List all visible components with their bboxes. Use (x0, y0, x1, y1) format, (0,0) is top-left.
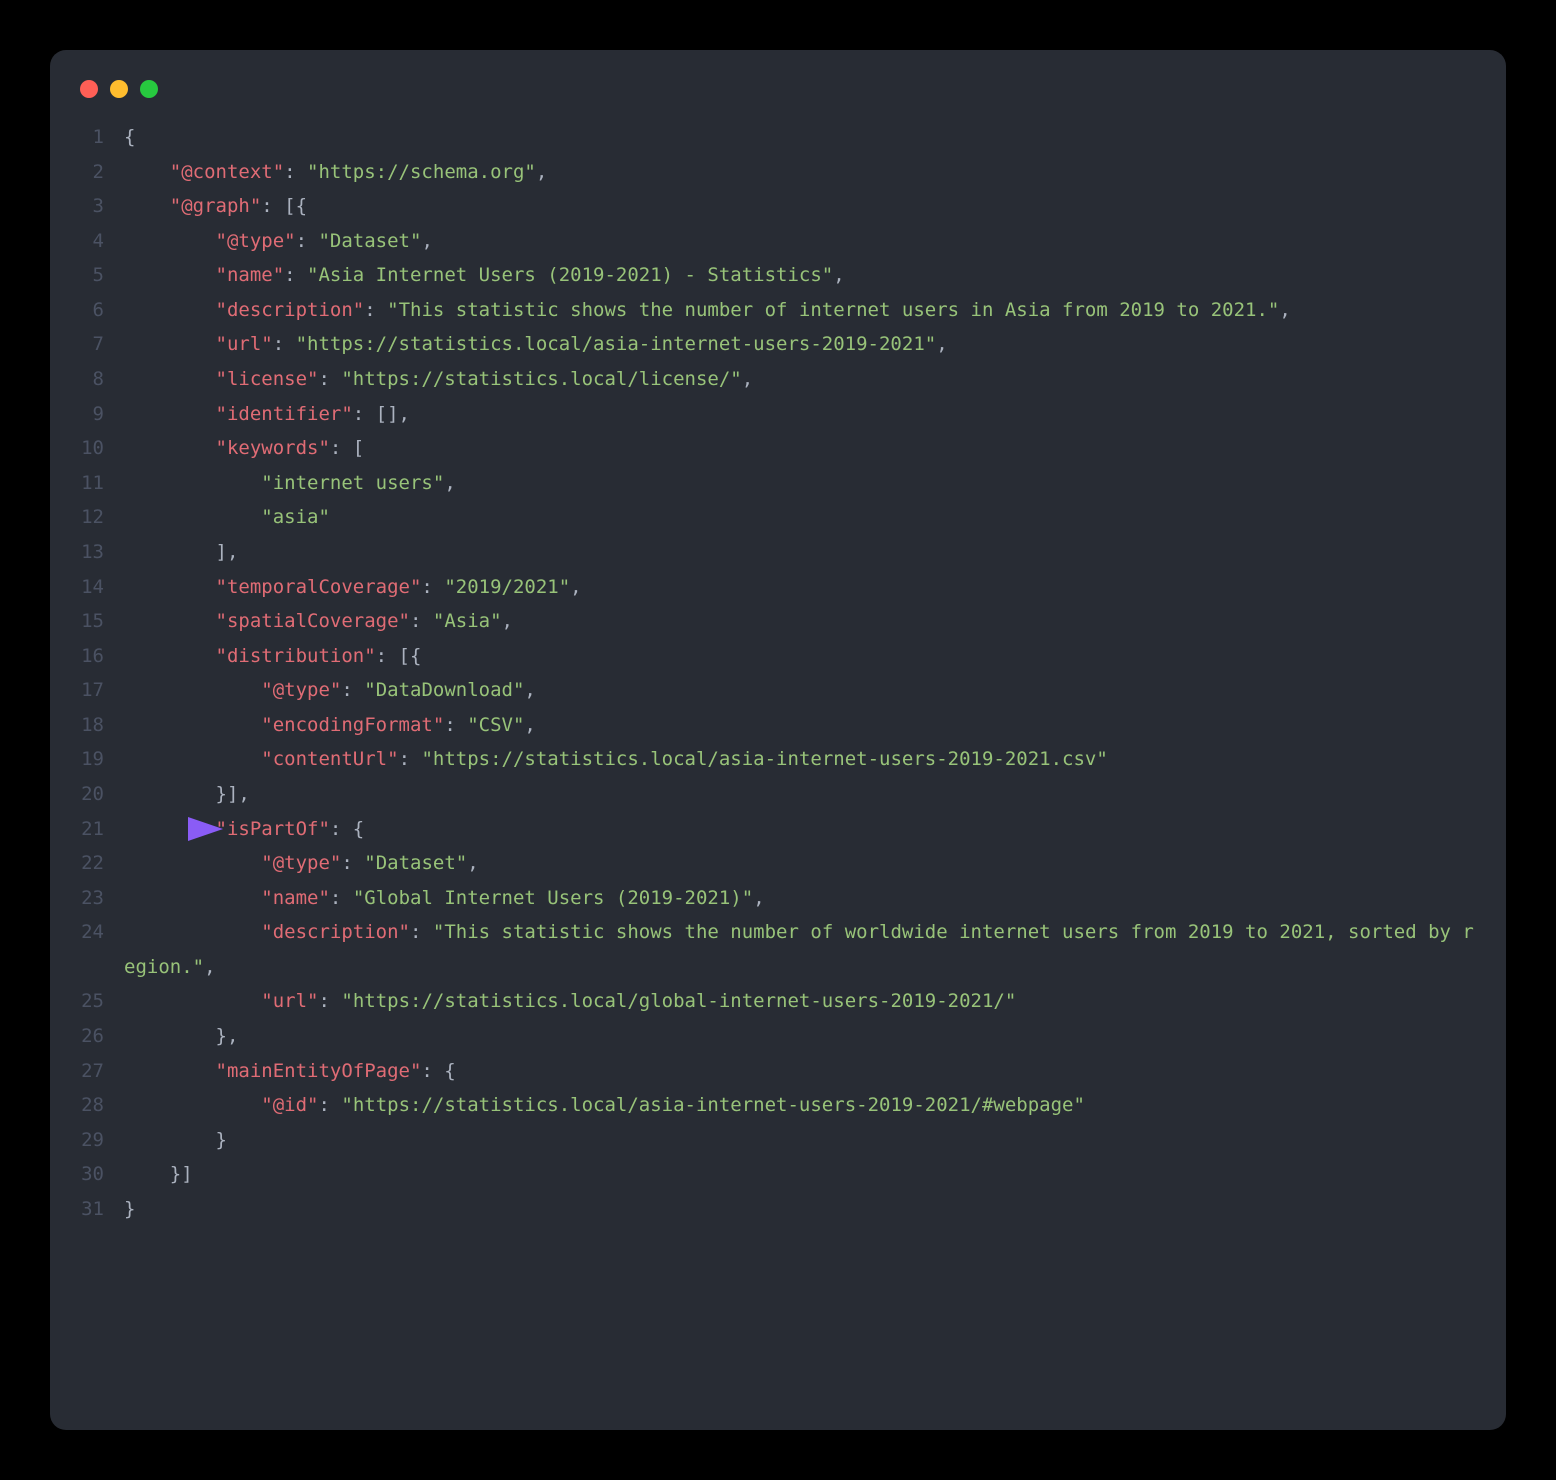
line-number: 6 (80, 293, 124, 328)
code-line: 19 "contentUrl": "https://statistics.loc… (80, 742, 1476, 777)
line-number: 1 (80, 120, 124, 155)
line-number: 13 (80, 535, 124, 570)
code-line: 23 "name": "Global Internet Users (2019-… (80, 881, 1476, 916)
line-number: 2 (80, 155, 124, 190)
code-line: 17 "@type": "DataDownload", (80, 673, 1476, 708)
line-number: 15 (80, 604, 124, 639)
line-content: "@graph": [{ (124, 189, 1476, 224)
line-content: "@id": "https://statistics.local/asia-in… (124, 1088, 1476, 1123)
line-number: 4 (80, 224, 124, 259)
line-number: 28 (80, 1088, 124, 1123)
code-line: 24 "description": "This statistic shows … (80, 915, 1476, 984)
code-line: 8 "license": "https://statistics.local/l… (80, 362, 1476, 397)
close-icon[interactable] (80, 80, 98, 98)
line-number: 11 (80, 466, 124, 501)
line-content: "url": "https://statistics.local/asia-in… (124, 327, 1476, 362)
line-content: "description": "This statistic shows the… (124, 915, 1476, 984)
line-content: }], (124, 777, 1476, 812)
code-line: 15 "spatialCoverage": "Asia", (80, 604, 1476, 639)
line-content: "contentUrl": "https://statistics.local/… (124, 742, 1476, 777)
code-line: 14 "temporalCoverage": "2019/2021", (80, 570, 1476, 605)
line-content: "temporalCoverage": "2019/2021", (124, 570, 1476, 605)
code-line: 22 "@type": "Dataset", (80, 846, 1476, 881)
code-line: 6 "description": "This statistic shows t… (80, 293, 1476, 328)
code-line: 4 "@type": "Dataset", (80, 224, 1476, 259)
line-number: 23 (80, 881, 124, 916)
code-line: 10 "keywords": [ (80, 431, 1476, 466)
code-line: 7 "url": "https://statistics.local/asia-… (80, 327, 1476, 362)
line-content: "url": "https://statistics.local/global-… (124, 984, 1476, 1019)
line-number: 26 (80, 1019, 124, 1054)
line-number: 16 (80, 639, 124, 674)
line-number: 18 (80, 708, 124, 743)
code-line: 29 } (80, 1123, 1476, 1158)
line-content: }, (124, 1019, 1476, 1054)
line-number: 27 (80, 1054, 124, 1089)
line-content: "name": "Global Internet Users (2019-202… (124, 881, 1476, 916)
line-content: }] (124, 1157, 1476, 1192)
line-number: 29 (80, 1123, 124, 1158)
line-content: "distribution": [{ (124, 639, 1476, 674)
line-number: 12 (80, 500, 124, 535)
line-number: 5 (80, 258, 124, 293)
line-content: "description": "This statistic shows the… (124, 293, 1476, 328)
line-number: 8 (80, 362, 124, 397)
line-content: "@type": "DataDownload", (124, 673, 1476, 708)
line-content: "mainEntityOfPage": { (124, 1054, 1476, 1089)
line-content: "internet users", (124, 466, 1476, 501)
line-content: "name": "Asia Internet Users (2019-2021)… (124, 258, 1476, 293)
code-block: 1{2 "@context": "https://schema.org",3 "… (80, 120, 1476, 1227)
line-number: 9 (80, 397, 124, 432)
line-content: "spatialCoverage": "Asia", (124, 604, 1476, 639)
zoom-icon[interactable] (140, 80, 158, 98)
line-content: "identifier": [], (124, 397, 1476, 432)
line-number: 7 (80, 327, 124, 362)
line-number: 22 (80, 846, 124, 881)
code-line: 3 "@graph": [{ (80, 189, 1476, 224)
code-line: 12 "asia" (80, 500, 1476, 535)
code-line: 31} (80, 1192, 1476, 1227)
terminal-window: 1{2 "@context": "https://schema.org",3 "… (50, 50, 1506, 1430)
line-content: "encodingFormat": "CSV", (124, 708, 1476, 743)
code-line: 28 "@id": "https://statistics.local/asia… (80, 1088, 1476, 1123)
line-number: 3 (80, 189, 124, 224)
line-content: } (124, 1123, 1476, 1158)
line-content: "isPartOf": { (124, 812, 1476, 847)
line-content: { (124, 120, 1476, 155)
code-line: 13 ], (80, 535, 1476, 570)
code-line: 26 }, (80, 1019, 1476, 1054)
code-line: 30 }] (80, 1157, 1476, 1192)
line-content: "@type": "Dataset", (124, 224, 1476, 259)
code-line: 16 "distribution": [{ (80, 639, 1476, 674)
line-number: 31 (80, 1192, 124, 1227)
code-line: 21 "isPartOf": { (80, 812, 1476, 847)
line-content: "@type": "Dataset", (124, 846, 1476, 881)
line-number: 19 (80, 742, 124, 777)
line-content: "@context": "https://schema.org", (124, 155, 1476, 190)
code-line: 20 }], (80, 777, 1476, 812)
line-content: "keywords": [ (124, 431, 1476, 466)
minimize-icon[interactable] (110, 80, 128, 98)
line-number: 17 (80, 673, 124, 708)
window-titlebar (80, 80, 1476, 98)
code-line: 2 "@context": "https://schema.org", (80, 155, 1476, 190)
line-content: ], (124, 535, 1476, 570)
line-number: 10 (80, 431, 124, 466)
code-line: 11 "internet users", (80, 466, 1476, 501)
line-number: 20 (80, 777, 124, 812)
line-number: 25 (80, 984, 124, 1019)
line-content: } (124, 1192, 1476, 1227)
line-number: 24 (80, 915, 124, 984)
code-line: 18 "encodingFormat": "CSV", (80, 708, 1476, 743)
line-number: 30 (80, 1157, 124, 1192)
line-content: "asia" (124, 500, 1476, 535)
code-line: 5 "name": "Asia Internet Users (2019-202… (80, 258, 1476, 293)
line-number: 21 (80, 812, 124, 847)
code-line: 25 "url": "https://statistics.local/glob… (80, 984, 1476, 1019)
code-line: 1{ (80, 120, 1476, 155)
line-number: 14 (80, 570, 124, 605)
code-line: 27 "mainEntityOfPage": { (80, 1054, 1476, 1089)
line-content: "license": "https://statistics.local/lic… (124, 362, 1476, 397)
code-line: 9 "identifier": [], (80, 397, 1476, 432)
